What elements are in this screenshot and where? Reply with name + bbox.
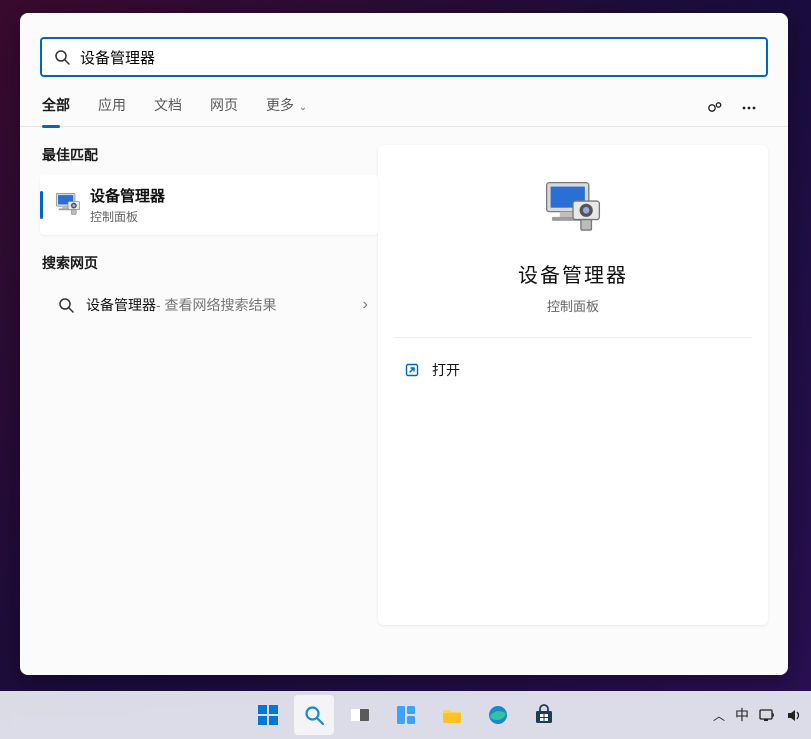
filter-tabs: 全部 应用 文档 网页 更多 ⌄ xyxy=(20,77,788,127)
open-label: 打开 xyxy=(432,360,460,380)
network-icon[interactable] xyxy=(759,707,776,724)
tab-apps[interactable]: 应用 xyxy=(98,95,126,127)
tab-web[interactable]: 网页 xyxy=(210,95,238,127)
search-box[interactable] xyxy=(40,37,768,77)
store-icon xyxy=(533,704,555,726)
more-icon xyxy=(740,99,758,117)
edge-icon xyxy=(487,704,509,726)
taskbar-center xyxy=(248,695,564,735)
taskbar-search-button[interactable] xyxy=(294,695,334,735)
taskbar-right: ︿ 中 xyxy=(713,705,803,725)
device-manager-large-icon xyxy=(541,177,605,241)
rewards-button[interactable] xyxy=(698,91,732,125)
web-search-suffix: - 查看网络搜索结果 xyxy=(156,295,277,315)
best-match-text: 设备管理器 控制面板 xyxy=(90,185,165,225)
best-match-label: 最佳匹配 xyxy=(42,145,378,165)
tab-documents[interactable]: 文档 xyxy=(154,95,182,127)
options-button[interactable] xyxy=(732,91,766,125)
detail-subtitle: 控制面板 xyxy=(547,296,599,315)
start-button[interactable] xyxy=(248,695,288,735)
best-match-title: 设备管理器 xyxy=(90,185,165,206)
web-search-term: 设备管理器 xyxy=(86,295,156,315)
volume-icon[interactable] xyxy=(786,707,803,724)
search-icon xyxy=(303,704,325,726)
task-view-button[interactable] xyxy=(340,695,380,735)
tray-overflow-button[interactable]: ︿ xyxy=(713,707,725,724)
best-match-result[interactable]: 设备管理器 控制面板 xyxy=(40,175,378,235)
search-web-label: 搜索网页 xyxy=(42,253,378,273)
system-tray: ︿ 中 xyxy=(713,705,803,725)
tab-more[interactable]: 更多 ⌄ xyxy=(266,95,307,127)
best-match-subtitle: 控制面板 xyxy=(90,208,165,225)
taskbar: ︿ 中 xyxy=(0,691,811,739)
store-button[interactable] xyxy=(524,695,564,735)
detail-card: 设备管理器 控制面板 打开 xyxy=(378,145,768,625)
task-view-icon xyxy=(349,704,371,726)
file-explorer-button[interactable] xyxy=(432,695,472,735)
ime-indicator[interactable]: 中 xyxy=(735,705,749,725)
windows-icon xyxy=(257,704,279,726)
web-search-item[interactable]: 设备管理器 - 查看网络搜索结果 › xyxy=(40,283,378,327)
chevron-right-icon: › xyxy=(363,296,368,314)
rewards-icon xyxy=(706,99,724,117)
results-right-column: 设备管理器 控制面板 打开 xyxy=(378,127,788,675)
search-bar-container xyxy=(20,13,788,77)
edge-button[interactable] xyxy=(478,695,518,735)
tab-all[interactable]: 全部 xyxy=(42,95,70,127)
search-icon xyxy=(54,49,70,65)
tab-more-label: 更多 xyxy=(266,97,294,113)
search-icon xyxy=(46,297,86,313)
chevron-down-icon: ⌄ xyxy=(296,102,307,113)
widgets-button[interactable] xyxy=(386,695,426,735)
search-input[interactable] xyxy=(80,49,754,66)
open-action[interactable]: 打开 xyxy=(394,344,752,396)
search-panel: 全部 应用 文档 网页 更多 ⌄ 最佳匹配 xyxy=(20,13,788,675)
widgets-icon xyxy=(395,704,417,726)
results-left-column: 最佳匹配 设备管理器 控制面板 xyxy=(20,127,378,675)
open-icon xyxy=(398,362,426,378)
device-manager-icon xyxy=(46,192,90,218)
detail-title: 设备管理器 xyxy=(518,259,628,288)
folder-icon xyxy=(441,704,463,726)
results-body: 最佳匹配 设备管理器 控制面板 xyxy=(20,127,788,675)
detail-header: 设备管理器 控制面板 xyxy=(394,177,752,338)
